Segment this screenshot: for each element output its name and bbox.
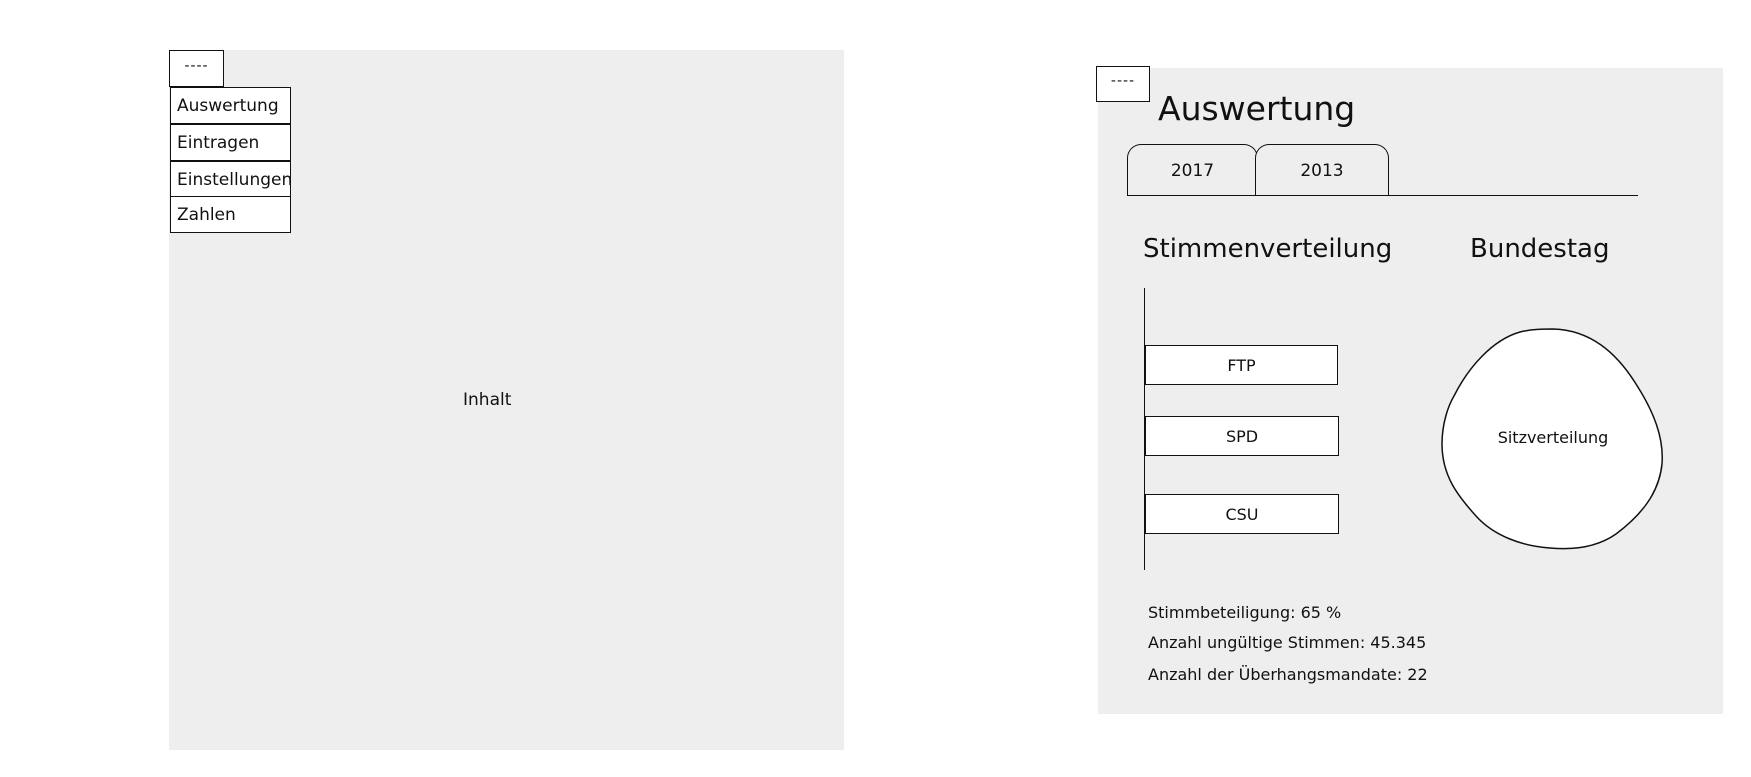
tab-2017[interactable]: 2017 — [1127, 144, 1258, 196]
menu-item-auswertung[interactable]: Auswertung — [170, 87, 291, 124]
seat-distribution-label: Sitzverteilung — [1497, 428, 1609, 447]
vote-distribution-title: Stimmenverteilung — [1143, 234, 1393, 264]
menu-item-eintragen[interactable]: Eintragen — [170, 124, 291, 161]
stat-overhang-mandates: Anzahl der Überhangsmandate: 22 — [1148, 665, 1428, 684]
menu-toggle-button[interactable]: ---- — [1096, 66, 1150, 102]
page-title: Auswertung — [1158, 89, 1356, 128]
menu-toggle-button[interactable]: ---- — [169, 50, 224, 87]
parliament-title: Bundestag — [1470, 234, 1610, 264]
bar-csu: CSU — [1145, 494, 1339, 534]
bar-spd: SPD — [1145, 416, 1339, 456]
stat-invalid-votes: Anzahl ungültige Stimmen: 45.345 — [1148, 633, 1427, 652]
stat-voter-turnout: Stimmbeteiligung: 65 % — [1148, 603, 1342, 622]
content-placeholder: Inhalt — [463, 390, 512, 410]
menu-item-zahlen[interactable]: Zahlen — [170, 196, 291, 233]
tab-baseline — [1128, 195, 1638, 196]
menu-item-einstellungen[interactable]: Einstellungen — [170, 161, 292, 198]
bar-ftp: FTP — [1145, 345, 1338, 385]
tab-2013[interactable]: 2013 — [1255, 144, 1389, 196]
